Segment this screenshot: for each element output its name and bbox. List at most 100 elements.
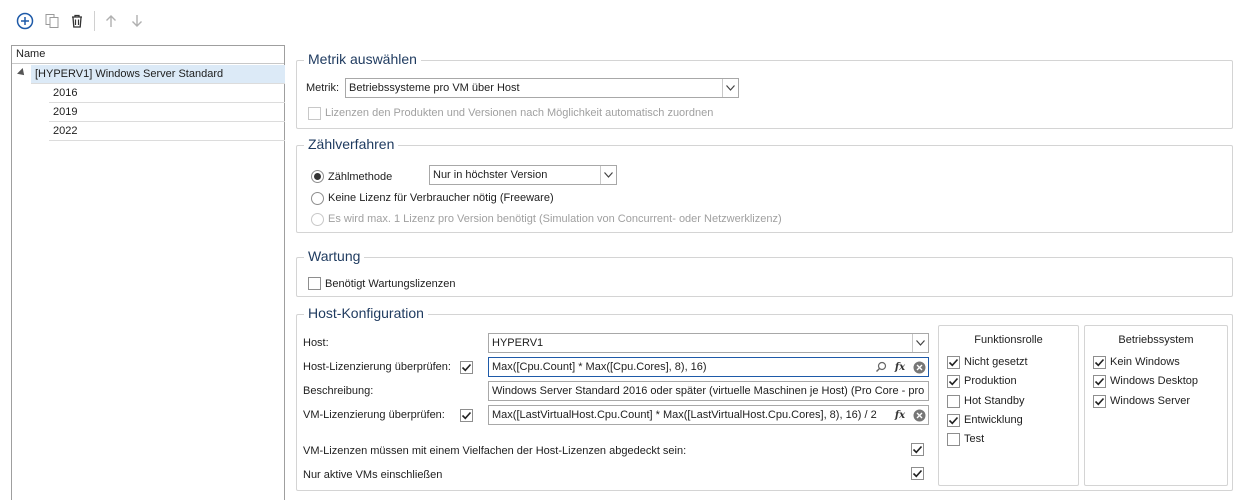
freeware-radio[interactable]	[311, 192, 324, 205]
function-role-checkbox[interactable]	[947, 395, 960, 408]
product-tree[interactable]: Name [HYPERV1] Windows Server Standard 2…	[11, 45, 285, 500]
tree-column-header-name[interactable]: Name	[12, 46, 284, 64]
host-licensing-checkbox[interactable]	[460, 361, 473, 374]
plus-circle-icon	[16, 12, 34, 30]
radio-dot-icon	[314, 173, 321, 180]
maintenance-checkbox[interactable]	[308, 277, 321, 290]
checkmark-icon	[948, 416, 959, 425]
vm-multiple-label: VM-Lizenzen müssen mit einem Vielfachen …	[303, 445, 687, 457]
function-role-label: Entwicklung	[964, 414, 1023, 426]
vm-licensing-formula-field[interactable]: Max([LastVirtualHost.Cpu.Count] * Max([L…	[488, 405, 929, 425]
host-licensing-formula-value: Max([Cpu.Count] * Max([Cpu.Cores], 8), 1…	[492, 361, 707, 373]
move-down-button[interactable]	[128, 12, 146, 30]
maintenance-group: Wartung Benötigt Wartungslizenzen	[296, 247, 1233, 297]
counting-method-select[interactable]: Nur in höchster Version	[429, 165, 617, 185]
metric-select[interactable]: Betriebssysteme pro VM über Host	[345, 78, 739, 98]
os-checkbox[interactable]	[1093, 356, 1106, 369]
function-role-title: Funktionsrolle	[974, 334, 1043, 346]
checkmark-icon	[1094, 397, 1105, 406]
tree-item-label: 2022	[53, 125, 78, 137]
function-role-checkbox[interactable]	[947, 414, 960, 427]
checkmark-icon	[912, 445, 923, 454]
counting-method-value: Nur in höchster Version	[433, 169, 548, 181]
tree-item-2019[interactable]: 2019	[49, 103, 285, 122]
arrow-up-icon	[106, 15, 116, 27]
concurrent-radio[interactable]	[311, 213, 324, 226]
clear-icon[interactable]	[910, 406, 928, 424]
function-role-label: Test	[964, 433, 985, 445]
checkmark-icon	[912, 469, 923, 478]
host-config-group-title: Host-Konfiguration	[304, 304, 428, 322]
host-config-group: Host-Konfiguration Host: HYPERV1 Host-Li…	[296, 304, 1233, 491]
metric-label: Metrik:	[306, 82, 339, 94]
description-field[interactable]: Windows Server Standard 2016 oder später…	[488, 381, 929, 401]
function-icon[interactable]: fx	[891, 358, 909, 376]
counting-group: Zählverfahren Zählmethode Nur in höchste…	[296, 135, 1233, 233]
os-group: Betriebssystem Kein Windows Windows Deskt…	[1084, 325, 1228, 486]
checkmark-icon	[948, 377, 959, 386]
toolbar-separator	[94, 11, 95, 31]
clear-icon[interactable]	[910, 358, 928, 376]
maintenance-label: Benötigt Wartungslizenzen	[325, 278, 456, 290]
description-value: Windows Server Standard 2016 oder später…	[492, 385, 929, 397]
maintenance-group-title: Wartung	[304, 247, 365, 265]
function-role-checkbox[interactable]	[947, 375, 960, 388]
concurrent-label: Es wird max. 1 Lizenz pro Version benöti…	[328, 213, 782, 225]
chevron-down-icon[interactable]	[722, 79, 738, 97]
collapse-arrow-icon[interactable]	[17, 68, 27, 78]
add-button[interactable]	[16, 12, 34, 30]
copy-icon	[45, 14, 59, 28]
function-role-group: Funktionsrolle Nicht gesetzt Produktion Ho…	[938, 325, 1079, 486]
os-checkbox[interactable]	[1093, 395, 1106, 408]
search-icon[interactable]	[872, 358, 890, 376]
checkmark-icon	[948, 358, 959, 367]
trash-icon	[72, 14, 82, 28]
metric-select-value: Betriebssysteme pro VM über Host	[349, 82, 520, 94]
os-label: Windows Server	[1110, 395, 1191, 407]
function-role-checkbox[interactable]	[947, 433, 960, 446]
vm-multiple-checkbox[interactable]	[911, 443, 924, 456]
function-role-checkbox[interactable]	[947, 356, 960, 369]
chevron-down-icon[interactable]	[912, 334, 928, 352]
delete-button[interactable]	[68, 12, 86, 30]
tree-item-2022[interactable]: 2022	[49, 122, 285, 141]
active-vms-checkbox[interactable]	[911, 467, 924, 480]
vm-licensing-label: VM-Lizenzierung überprüfen:	[303, 409, 445, 421]
host-select-value: HYPERV1	[492, 337, 544, 349]
vm-licensing-checkbox[interactable]	[460, 409, 473, 422]
os-label: Kein Windows	[1110, 356, 1180, 368]
tree-item-root[interactable]: [HYPERV1] Windows Server Standard	[31, 65, 285, 84]
metric-group: Metrik auswählen Metrik: Betriebssysteme…	[296, 50, 1233, 129]
tree-item-label: [HYPERV1] Windows Server Standard	[35, 68, 224, 80]
active-vms-label: Nur aktive VMs einschließen	[303, 469, 443, 481]
metric-group-title: Metrik auswählen	[304, 50, 421, 68]
os-checkbox[interactable]	[1093, 375, 1106, 388]
arrow-down-icon	[132, 15, 142, 27]
copy-button[interactable]	[43, 12, 61, 30]
vm-licensing-formula-value: Max([LastVirtualHost.Cpu.Count] * Max([L…	[492, 409, 877, 421]
function-role-label: Nicht gesetzt	[964, 356, 1028, 368]
counting-method-label: Zählmethode	[328, 171, 393, 183]
counting-group-title: Zählverfahren	[304, 135, 399, 153]
freeware-label: Keine Lizenz für Verbraucher nötig (Free…	[328, 192, 554, 204]
tree-item-label: 2019	[53, 106, 78, 118]
host-licensing-label: Host-Lizenzierung überprüfen:	[303, 361, 451, 373]
os-title: Betriebssystem	[1118, 334, 1194, 346]
os-label: Windows Desktop	[1110, 375, 1199, 387]
tree-item-label: 2016	[53, 87, 78, 99]
move-up-button[interactable]	[102, 12, 120, 30]
checkmark-icon	[1094, 358, 1105, 367]
host-select[interactable]: HYPERV1	[488, 333, 929, 353]
function-role-label: Produktion	[964, 375, 1017, 387]
checkmark-icon	[461, 411, 472, 420]
counting-method-radio[interactable]	[311, 170, 324, 183]
checkmark-icon	[461, 363, 472, 372]
host-label: Host:	[303, 337, 329, 349]
description-label: Beschreibung:	[303, 385, 374, 397]
tree-item-2016[interactable]: 2016	[49, 84, 285, 103]
function-role-label: Hot Standby	[964, 395, 1025, 407]
host-licensing-formula-field[interactable]: Max([Cpu.Count] * Max([Cpu.Cores], 8), 1…	[488, 357, 929, 377]
auto-assign-checkbox[interactable]	[308, 107, 321, 120]
function-icon[interactable]: fx	[891, 406, 909, 424]
chevron-down-icon[interactable]	[600, 166, 616, 184]
